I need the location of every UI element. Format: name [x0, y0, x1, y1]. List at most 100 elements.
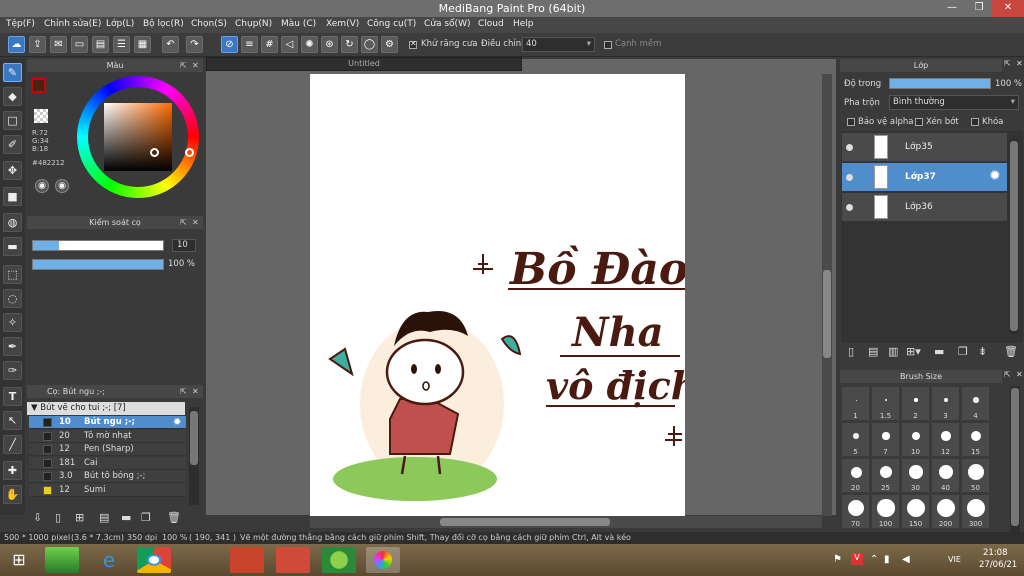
- menu-file[interactable]: Tệp(F): [6, 19, 35, 29]
- brush-size-cell[interactable]: 1: [841, 386, 870, 421]
- share-icon[interactable]: ⇪: [29, 36, 46, 53]
- magic-wand-icon[interactable]: ✧: [3, 313, 22, 332]
- chrome-icon[interactable]: [137, 547, 171, 573]
- curve-snap-icon[interactable]: ↻: [341, 36, 358, 53]
- input-language[interactable]: VIE: [948, 555, 961, 564]
- brush-size-cell[interactable]: 5: [841, 422, 870, 457]
- close-icon[interactable]: ✕: [1016, 59, 1023, 68]
- undock-icon[interactable]: ⇱: [180, 216, 187, 229]
- tray-v-icon[interactable]: V: [851, 553, 863, 565]
- brush-row[interactable]: 181 Cai: [29, 456, 186, 470]
- brush-size-cell[interactable]: 30: [901, 458, 930, 493]
- undock-icon[interactable]: ⇱: [180, 59, 187, 72]
- new-1bit-layer-icon[interactable]: ▥: [888, 345, 898, 358]
- add-brush-icon[interactable]: ⊞: [75, 511, 84, 524]
- menu-edit[interactable]: Chỉnh sửa(E): [44, 19, 101, 29]
- saturation-square[interactable]: [104, 103, 172, 171]
- menu-select[interactable]: Chọn(S): [191, 19, 227, 29]
- brush-size-slider[interactable]: [32, 240, 164, 251]
- new-layer-icon[interactable]: ▯: [848, 345, 854, 358]
- brush-size-cell[interactable]: 150: [901, 494, 930, 529]
- brush-size-cell[interactable]: 50: [961, 458, 990, 493]
- cross-snap-icon[interactable]: #: [261, 36, 278, 53]
- menu-color[interactable]: Màu (C): [281, 19, 316, 29]
- gradient-tool-icon[interactable]: ▬: [3, 237, 22, 256]
- redo-icon[interactable]: ↷: [186, 36, 203, 53]
- eraser-tool-icon[interactable]: ◆: [3, 87, 22, 106]
- brush-size-cell[interactable]: 7: [871, 422, 900, 457]
- parallel-snap-icon[interactable]: ≡: [241, 36, 258, 53]
- rect-tool-icon[interactable]: ■: [3, 187, 22, 206]
- brush-size-value[interactable]: 10: [172, 239, 196, 252]
- select-pen-icon[interactable]: ✒: [3, 337, 22, 356]
- dot-tool-icon[interactable]: □: [3, 111, 22, 130]
- copy-brush-icon[interactable]: ❐: [141, 511, 151, 524]
- hue-cursor[interactable]: [185, 148, 194, 157]
- menu-cloud[interactable]: Cloud: [478, 19, 504, 29]
- canvas-hscroll[interactable]: [310, 516, 822, 528]
- vanishing-snap-icon[interactable]: ◁: [281, 36, 298, 53]
- lock-checkbox[interactable]: [971, 118, 979, 126]
- app-icon-green[interactable]: [322, 547, 356, 573]
- brush-folder-icon[interactable]: ▬: [121, 511, 131, 524]
- primary-color-swatch[interactable]: [31, 78, 46, 93]
- restore-button[interactable]: ❐: [965, 0, 993, 17]
- hue-ring[interactable]: [77, 76, 199, 198]
- grid-icon[interactable]: ▦: [134, 36, 151, 53]
- bucket-tool-icon[interactable]: ◍: [3, 213, 22, 232]
- menu-tools[interactable]: Công cụ(T): [367, 19, 416, 29]
- layer-row-active[interactable]: Lớp37 ✹: [842, 163, 1007, 192]
- layer-list-scrollbar[interactable]: [1009, 139, 1019, 334]
- undock-icon[interactable]: ⇱: [180, 385, 187, 398]
- brush-download-icon[interactable]: ⇩: [33, 511, 42, 524]
- radial-snap-icon[interactable]: ✺: [301, 36, 318, 53]
- brush-size-cell[interactable]: 15: [961, 422, 990, 457]
- divide-tool-icon[interactable]: ╱: [3, 435, 22, 454]
- undo-icon[interactable]: ↶: [162, 36, 179, 53]
- sv-cursor[interactable]: [150, 148, 159, 157]
- tray-network-icon[interactable]: ▮: [884, 554, 890, 565]
- hand-tool-icon[interactable]: ✋: [3, 485, 22, 504]
- brush-row[interactable]: 12 Sumi: [29, 483, 186, 497]
- move-tool-icon[interactable]: ✥: [3, 161, 22, 180]
- operation-tool-icon[interactable]: ↖: [3, 411, 22, 430]
- brush-size-cell[interactable]: 10: [901, 422, 930, 457]
- medibang-taskbar-icon[interactable]: [366, 547, 400, 573]
- brush-size-cell[interactable]: 100: [871, 494, 900, 529]
- close-button[interactable]: ✕: [992, 0, 1024, 17]
- brush-size-cell[interactable]: 25: [871, 458, 900, 493]
- blur-tool-icon[interactable]: ✐: [3, 135, 22, 154]
- list-icon[interactable]: ☰: [113, 36, 130, 53]
- layer-settings-icon[interactable]: ✹: [989, 168, 1001, 184]
- brush-size-cell[interactable]: 20: [841, 458, 870, 493]
- drawing-canvas[interactable]: Bồ Đào Nha vô địch: [310, 74, 685, 516]
- brush-row[interactable]: 3.0 Bút tô bóng ;-;: [29, 470, 186, 483]
- palette-icon[interactable]: ◉: [35, 179, 49, 193]
- soft-edge-checkbox[interactable]: [604, 41, 612, 49]
- merge-layer-icon[interactable]: ⇟: [978, 345, 987, 358]
- transparent-swatch[interactable]: [34, 109, 48, 123]
- cloud-icon[interactable]: ☁: [8, 36, 25, 53]
- close-icon[interactable]: ✕: [192, 216, 199, 229]
- close-icon[interactable]: ✕: [192, 385, 199, 398]
- antialias-checkbox[interactable]: [409, 39, 417, 49]
- clipping-checkbox[interactable]: [915, 118, 923, 126]
- brush-size-cell[interactable]: 4: [961, 386, 990, 421]
- circle-snap-icon[interactable]: ◯: [361, 36, 378, 53]
- clock-date[interactable]: 27/06/21: [979, 560, 1017, 570]
- visibility-icon[interactable]: [846, 204, 853, 211]
- brush-row[interactable]: 12 Pen (Sharp): [29, 443, 186, 456]
- canvas-vscroll[interactable]: [822, 74, 832, 516]
- undock-icon[interactable]: ⇱: [1004, 370, 1011, 379]
- chat-icon[interactable]: ✉: [50, 36, 67, 53]
- text-tool-icon[interactable]: T: [3, 387, 22, 406]
- protect-alpha-checkbox[interactable]: [847, 118, 855, 126]
- brush-size-cell[interactable]: 1.5: [871, 386, 900, 421]
- brush-row-active[interactable]: 10 Bút ngu ;-; ✹: [29, 416, 186, 429]
- layer-opacity-slider[interactable]: [889, 78, 991, 89]
- brush-settings-icon[interactable]: ▤: [99, 511, 109, 524]
- comment-icon[interactable]: ▭: [71, 36, 88, 53]
- brush-list-scrollbar[interactable]: [189, 407, 199, 505]
- brush-size-cell[interactable]: 70: [841, 494, 870, 529]
- layer-row[interactable]: Lớp36: [842, 193, 1007, 222]
